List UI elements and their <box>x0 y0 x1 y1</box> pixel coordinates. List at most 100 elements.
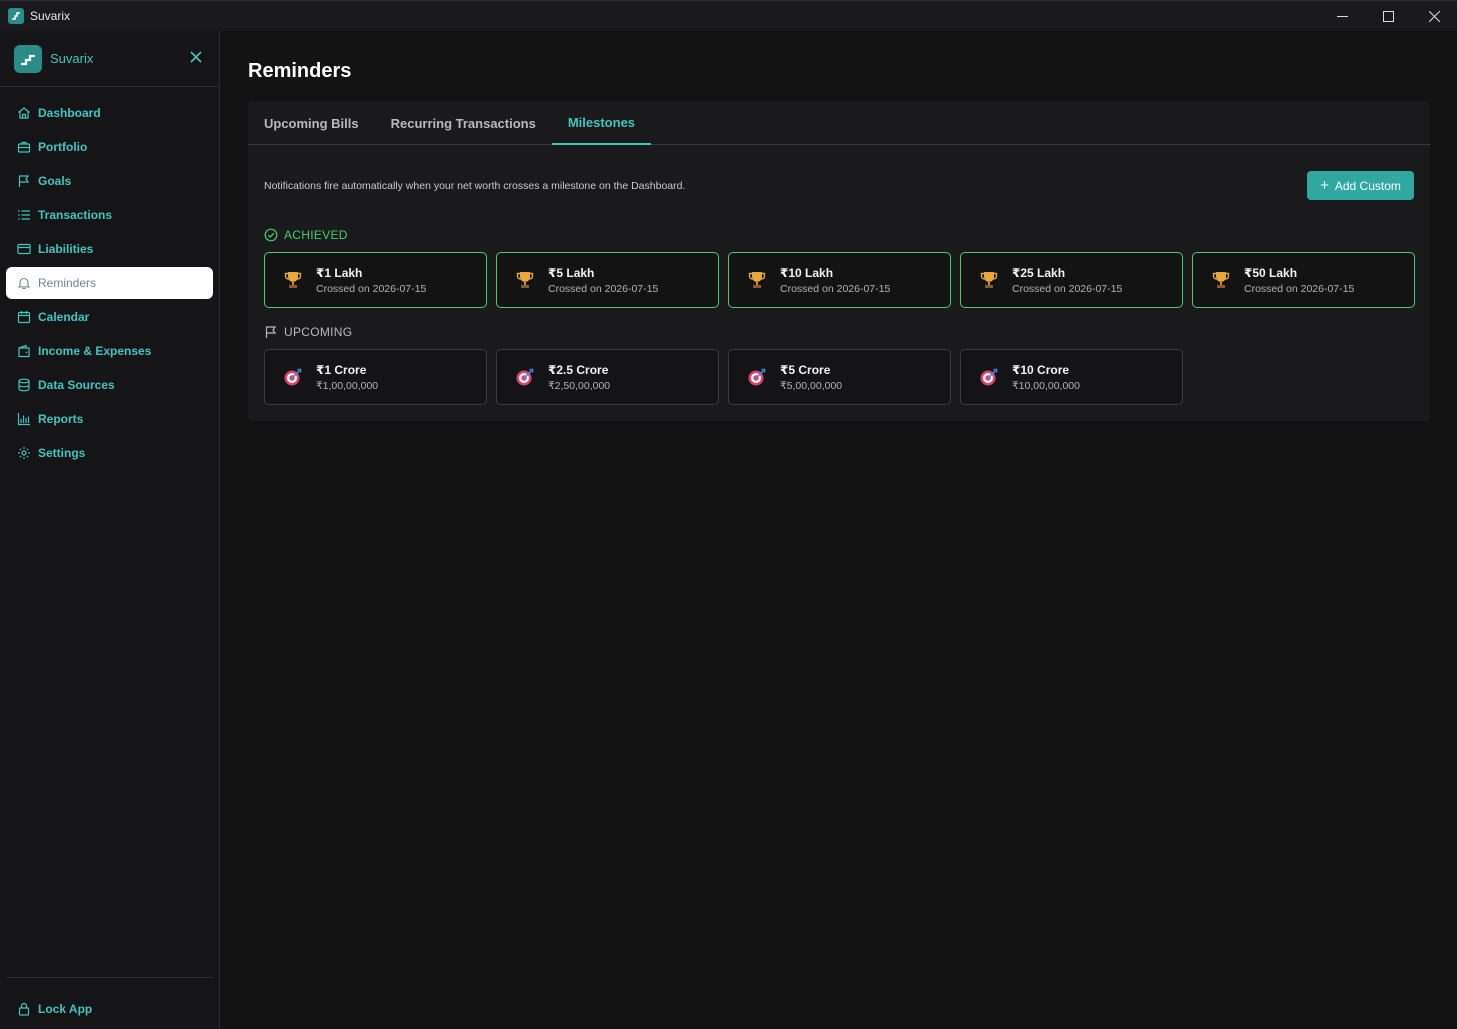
trophy-icon <box>978 269 1000 291</box>
sidebar-item-settings[interactable]: Settings <box>6 437 213 469</box>
target-icon <box>514 366 536 388</box>
trophy-icon <box>282 269 304 291</box>
milestone-amount: ₹5,00,00,000 <box>780 379 843 392</box>
milestone-card: ₹5 Crore ₹5,00,00,000 <box>728 349 951 405</box>
bar-chart-icon <box>16 412 31 427</box>
tab-milestones[interactable]: Milestones <box>551 101 652 145</box>
sidebar-item-reminders[interactable]: Reminders <box>6 267 213 299</box>
sidebar-item-label: Transactions <box>38 208 113 222</box>
milestone-title: ₹50 Lakh <box>1244 265 1298 280</box>
target-icon <box>746 366 768 388</box>
tab-upcoming-bills[interactable]: Upcoming Bills <box>248 101 375 145</box>
sidebar-item-label: Goals <box>38 174 72 188</box>
sidebar-item-data-sources[interactable]: Data Sources <box>6 369 213 401</box>
milestone-title: ₹1 Crore <box>316 362 367 377</box>
achieved-heading: ACHIEVED <box>264 228 348 242</box>
milestone-amount: ₹10,00,00,000 <box>1012 379 1080 392</box>
milestone-title: ₹2.5 Crore <box>548 362 609 377</box>
milestone-card: ₹5 Lakh Crossed on 2026-07-15 <box>496 252 719 308</box>
flag-icon <box>16 174 31 189</box>
trophy-icon <box>1210 269 1232 291</box>
logo-icon <box>14 44 42 73</box>
milestone-note: Notifications fire automatically when yo… <box>264 180 686 192</box>
maximize-icon <box>1382 11 1394 22</box>
milestone-title: ₹5 Lakh <box>548 265 595 280</box>
sidebar-item-label: Reminders <box>38 276 97 290</box>
sidebar-item-transactions[interactable]: Transactions <box>6 199 213 231</box>
milestone-amount: ₹2,50,00,000 <box>548 379 611 392</box>
maximize-button[interactable] <box>1365 1 1411 32</box>
sidebar-divider <box>6 977 213 978</box>
add-custom-label: Add Custom <box>1334 178 1401 193</box>
achieved-list: ₹1 Lakh Crossed on 2026-07-15 ₹5 Lakh Cros… <box>264 252 1424 308</box>
calendar-icon <box>16 310 31 325</box>
milestone-date: Crossed on 2026-07-15 <box>780 282 891 295</box>
milestone-card: ₹1 Crore ₹1,00,00,000 <box>264 349 487 405</box>
sidebar-item-label: Reports <box>38 412 84 426</box>
sidebar-item-goals[interactable]: Goals <box>6 165 213 197</box>
milestone-card: ₹2.5 Crore ₹2,50,00,000 <box>496 349 719 405</box>
briefcase-icon <box>16 140 31 155</box>
list-icon <box>16 208 31 223</box>
sidebar-item-reports[interactable]: Reports <box>6 403 213 435</box>
upcoming-heading: UPCOMING <box>264 325 352 339</box>
close-window-button[interactable] <box>1411 1 1457 32</box>
wallet-icon <box>16 344 31 359</box>
brand-name: Suvarix <box>50 51 94 66</box>
brand-header: Suvarix <box>0 31 219 87</box>
tab-recurring-transactions[interactable]: Recurring Transactions <box>375 101 552 145</box>
achieved-label: ACHIEVED <box>284 228 348 242</box>
trophy-icon <box>514 269 536 291</box>
target-icon <box>978 366 1000 388</box>
milestone-date: Crossed on 2026-07-15 <box>316 282 427 295</box>
page-title: Reminders <box>248 60 352 82</box>
milestone-title: ₹1 Lakh <box>316 265 363 280</box>
plus-icon: + <box>1320 176 1329 194</box>
credit-card-icon <box>16 242 31 257</box>
milestone-card: ₹10 Crore ₹10,00,00,000 <box>960 349 1183 405</box>
milestone-title: ₹25 Lakh <box>1012 265 1066 280</box>
bell-icon <box>16 276 31 291</box>
window-title: Suvarix <box>30 9 71 23</box>
gear-icon <box>16 446 31 461</box>
sidebar-item-portfolio[interactable]: Portfolio <box>6 131 213 163</box>
lock-icon <box>16 1002 31 1017</box>
sidebar-item-label: Data Sources <box>38 378 115 392</box>
milestone-title: ₹10 Lakh <box>780 265 834 280</box>
sidebar-item-income-expenses[interactable]: Income & Expenses <box>6 335 213 367</box>
home-icon <box>16 106 31 121</box>
sidebar: Suvarix Dashboard Portfolio Goals Transa… <box>0 31 220 1029</box>
milestone-card: ₹1 Lakh Crossed on 2026-07-15 <box>264 252 487 308</box>
lock-app-button[interactable]: Lock App <box>6 993 213 1025</box>
upcoming-list: ₹1 Crore ₹1,00,00,000 ₹2.5 Crore ₹2,50,00,… <box>264 349 1192 405</box>
sidebar-item-label: Calendar <box>38 310 90 324</box>
sidebar-item-label: Settings <box>38 446 86 460</box>
database-icon <box>16 378 31 393</box>
milestone-title: ₹10 Crore <box>1012 362 1070 377</box>
milestone-date: Crossed on 2026-07-15 <box>1244 282 1355 295</box>
app-icon <box>8 8 24 24</box>
milestone-card: ₹50 Lakh Crossed on 2026-07-15 <box>1192 252 1415 308</box>
sidebar-item-dashboard[interactable]: Dashboard <box>6 97 213 129</box>
flag-icon <box>264 325 278 339</box>
collapse-sidebar-icon[interactable] <box>189 50 203 64</box>
tab-bar: Upcoming Bills Recurring Transactions Mi… <box>248 101 1430 145</box>
close-icon <box>1428 11 1440 22</box>
minimize-button[interactable] <box>1319 1 1365 32</box>
milestone-card: ₹25 Lakh Crossed on 2026-07-15 <box>960 252 1183 308</box>
title-bar: Suvarix <box>0 0 1457 31</box>
milestone-amount: ₹1,00,00,000 <box>316 379 379 392</box>
sidebar-item-calendar[interactable]: Calendar <box>6 301 213 333</box>
target-icon <box>282 366 304 388</box>
sidebar-item-liabilities[interactable]: Liabilities <box>6 233 213 265</box>
trophy-icon <box>746 269 768 291</box>
sidebar-nav: Dashboard Portfolio Goals Transactions L… <box>6 97 213 471</box>
lock-app-label: Lock App <box>38 1002 93 1016</box>
sidebar-item-label: Portfolio <box>38 140 88 154</box>
milestones-panel: Upcoming Bills Recurring Transactions Mi… <box>248 101 1430 421</box>
add-custom-button[interactable]: + Add Custom <box>1307 171 1414 200</box>
sidebar-item-label: Income & Expenses <box>38 344 152 358</box>
sidebar-item-label: Liabilities <box>38 242 94 256</box>
milestone-title: ₹5 Crore <box>780 362 831 377</box>
milestone-date: Crossed on 2026-07-15 <box>548 282 659 295</box>
